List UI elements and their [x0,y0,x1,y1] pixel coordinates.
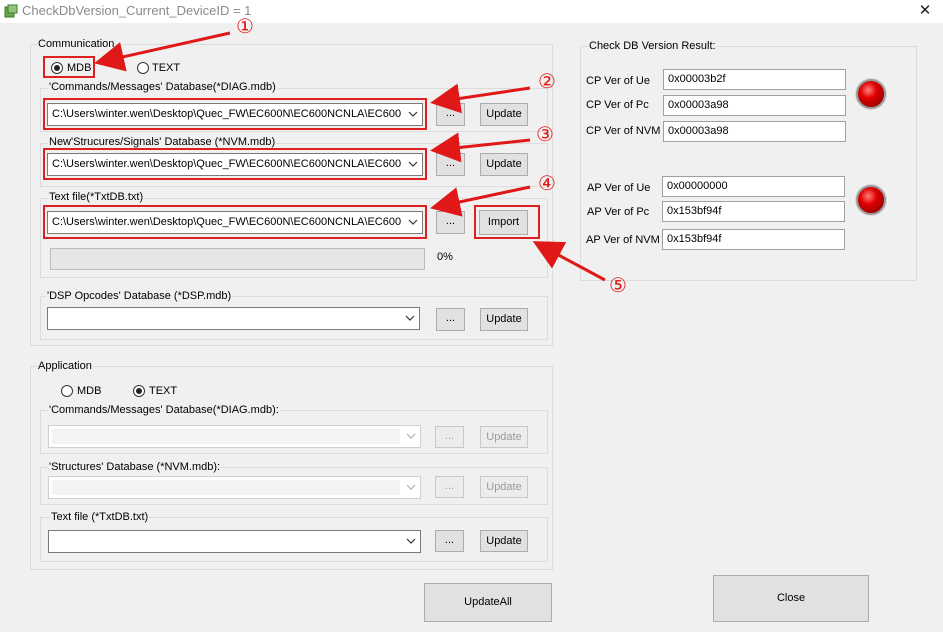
import-progress-text: 0% [437,251,453,263]
app-radio-mdb[interactable] [61,385,73,397]
app-diag-update-button[interactable]: Update [480,426,528,448]
app-diag-combo[interactable] [48,425,421,448]
update-all-button[interactable]: UpdateAll [424,583,552,622]
chevron-down-icon [406,538,416,544]
communication-title: Communication [37,38,116,50]
chevron-down-icon [406,433,416,439]
ap-status-led-icon [856,185,886,215]
annotation-marker-2: ② [538,71,556,93]
app-diag-label: 'Commands/Messages' Database(*DIAG.mdb): [48,404,280,416]
chevron-down-icon [408,219,418,225]
comm-txt-combo[interactable]: C:\Users\winter.wen\Desktop\Quec_FW\EC60… [47,211,423,234]
app-txt-combo[interactable] [48,530,421,553]
cp-nvm-label: CP Ver of NVM [586,125,661,137]
annotation-marker-5: ⑤ [609,275,627,297]
ap-nvm-value: 0x153bf94f [662,229,845,250]
cp-ue-value: 0x00003b2f [663,69,846,90]
annotation-marker-3: ③ [536,124,554,146]
comm-diag-combo[interactable]: C:\Users\winter.wen\Desktop\Quec_FW\EC60… [47,103,423,126]
annotation-marker-4: ④ [538,173,556,195]
cp-status-led-icon [856,79,886,109]
app-nvm-browse-button[interactable]: ... [435,476,464,498]
ap-ue-value: 0x00000000 [662,176,845,197]
comm-diag-value: C:\Users\winter.wen\Desktop\Quec_FW\EC60… [52,108,402,120]
ap-nvm-label: AP Ver of NVM [586,234,660,246]
chevron-down-icon [405,315,415,321]
comm-radio-mdb[interactable] [51,62,63,74]
comm-dsp-update-button[interactable]: Update [480,308,528,331]
window-close-icon[interactable]: ✕ [912,0,938,22]
comm-txt-label: Text file(*TxtDB.txt) [48,191,145,203]
comm-dsp-combo[interactable] [47,307,420,330]
comm-txt-import-button[interactable]: Import [479,210,528,235]
chevron-down-icon [406,484,416,490]
comm-radio-text[interactable] [137,62,149,74]
comm-diag-update-button[interactable]: Update [480,103,528,126]
comm-dsp-label: 'DSP Opcodes' Database (*DSP.mdb) [46,290,233,302]
comm-nvm-combo[interactable]: C:\Users\winter.wen\Desktop\Quec_FW\EC60… [47,153,423,176]
cp-nvm-value: 0x00003a98 [663,121,846,142]
comm-txt-browse-button[interactable]: ... [436,211,465,234]
app-radio-text-label: TEXT [149,385,178,397]
app-radio-text[interactable] [133,385,145,397]
ap-pc-label: AP Ver of Pc [587,206,650,218]
app-nvm-combo[interactable] [48,476,421,499]
comm-nvm-value: C:\Users\winter.wen\Desktop\Quec_FW\EC60… [52,158,402,170]
chevron-down-icon [408,111,418,117]
comm-nvm-label: New'Strucures/Signals' Database (*NVM.md… [48,136,277,148]
cp-ue-label: CP Ver of Ue [586,75,650,87]
import-progress-bar [50,248,425,270]
app-nvm-update-button[interactable]: Update [480,476,528,498]
app-radio-mdb-label: MDB [77,385,102,397]
comm-nvm-update-button[interactable]: Update [480,153,528,176]
comm-dsp-browse-button[interactable]: ... [436,308,465,331]
close-button[interactable]: Close [713,575,869,622]
application-title: Application [37,360,93,372]
app-txt-label: Text file (*TxtDB.txt) [50,511,150,523]
cp-pc-label: CP Ver of Pc [586,99,649,111]
comm-diag-browse-button[interactable]: ... [436,103,465,126]
comm-nvm-browse-button[interactable]: ... [436,153,465,176]
app-txt-browse-button[interactable]: ... [435,530,464,552]
result-title: Check DB Version Result: [588,40,717,52]
ap-pc-value: 0x153bf94f [662,201,845,222]
chevron-down-icon [408,161,418,167]
app-txt-update-button[interactable]: Update [480,530,528,552]
app-diag-browse-button[interactable]: ... [435,426,464,448]
comm-diag-label: 'Commands/Messages' Database(*DIAG.mdb) [48,81,277,93]
comm-radio-mdb-label: MDB [67,62,92,74]
app-nvm-label: 'Structures' Database (*NVM.mdb): [48,461,222,473]
comm-txt-value: C:\Users\winter.wen\Desktop\Quec_FW\EC60… [52,216,402,228]
ap-ue-label: AP Ver of Ue [587,182,651,194]
cp-pc-value: 0x00003a98 [663,95,846,116]
app-icon [4,4,18,18]
window-title: CheckDbVersion_Current_DeviceID = 1 [22,3,252,18]
annotation-marker-1: ① [236,16,254,38]
comm-radio-text-label: TEXT [152,62,181,74]
